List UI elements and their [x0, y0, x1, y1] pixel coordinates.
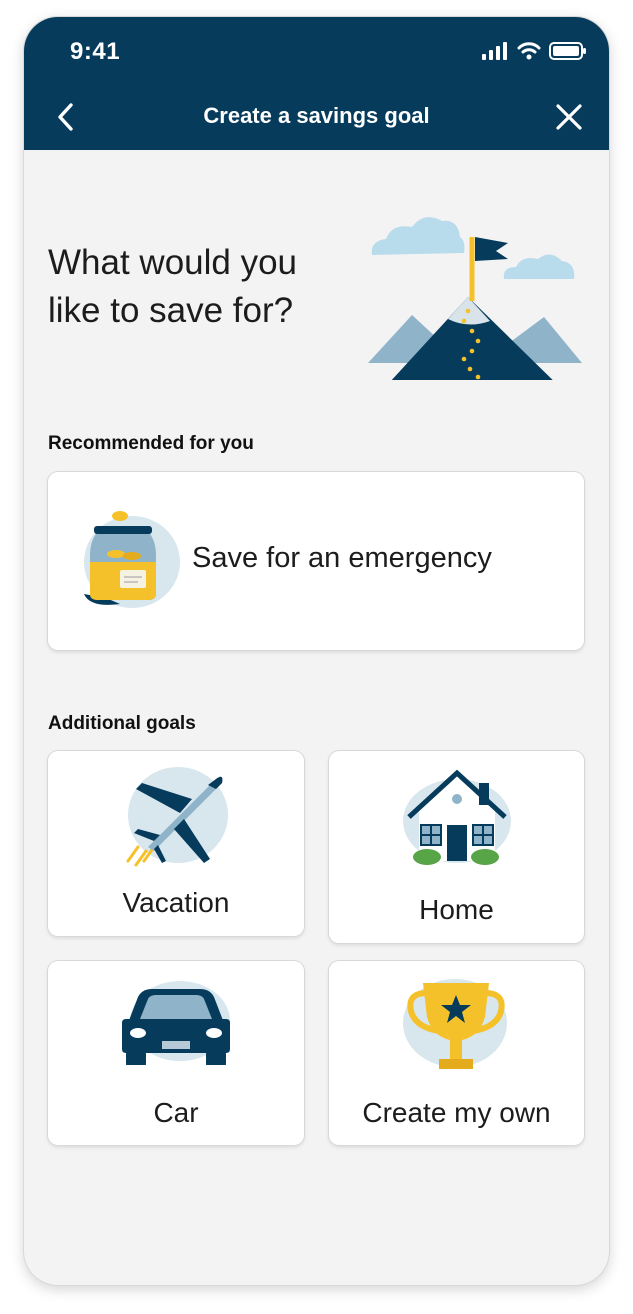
home-goal-label: Home — [419, 894, 494, 925]
mountain-flag-illustration — [368, 217, 582, 380]
house-icon — [403, 769, 511, 865]
create-my-own-goal-label: Create my own — [362, 1097, 551, 1128]
headline-line-1: What would you — [48, 243, 298, 282]
page-headline: What would you like to save for? — [48, 239, 297, 335]
car-icon — [122, 981, 230, 1065]
signal-icon — [482, 42, 507, 60]
coin-jar-icon — [84, 511, 180, 608]
emergency-goal-card[interactable]: Save for an emergency — [48, 472, 584, 650]
close-button[interactable] — [555, 103, 583, 131]
car-goal-card[interactable]: Car — [48, 961, 304, 1145]
recommended-section-label: Recommended for you — [48, 433, 254, 454]
airplane-icon — [126, 767, 228, 867]
additional-section-label: Additional goals — [48, 713, 196, 734]
home-goal-card[interactable]: Home — [329, 751, 584, 943]
wifi-icon — [517, 42, 541, 60]
phone-frame: 9:41 Create a savings goal What would yo… — [24, 17, 609, 1285]
car-goal-label: Car — [153, 1097, 199, 1128]
create-my-own-goal-card[interactable]: Create my own — [329, 961, 584, 1145]
headline-line-2: like to save for? — [48, 291, 294, 330]
status-icons — [482, 42, 587, 60]
page-title: Create a savings goal — [203, 103, 430, 128]
emergency-goal-label: Save for an emergency — [192, 542, 492, 574]
vacation-goal-card[interactable]: Vacation — [48, 751, 304, 936]
status-time: 9:41 — [70, 38, 121, 65]
vacation-goal-label: Vacation — [122, 887, 230, 918]
battery-icon — [549, 42, 586, 60]
trophy-icon — [403, 979, 507, 1069]
app-header: 9:41 Create a savings goal — [24, 17, 609, 150]
